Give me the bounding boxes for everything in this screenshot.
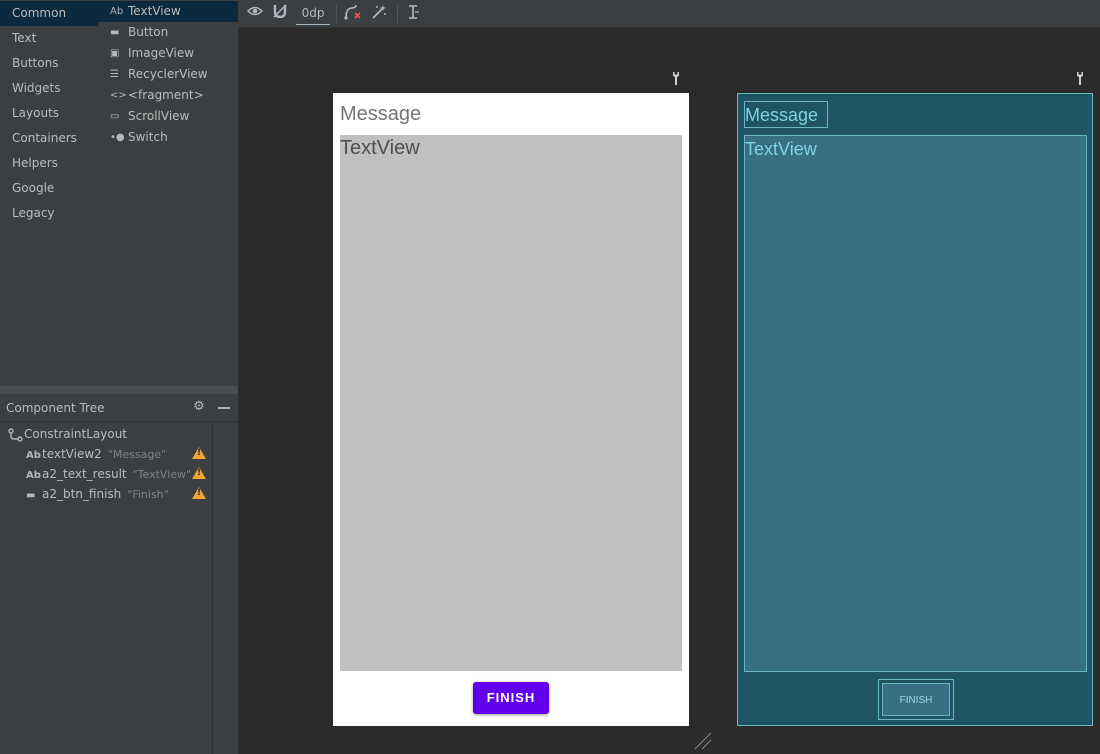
palette-items: Ab TextView ▬ Button ▣ ImageView ☰ RecyclerV… [98,0,238,386]
resize-handle-icon[interactable] [694,732,712,750]
recyclerview-icon: ☰ [110,69,119,80]
magnet-icon[interactable] [271,4,289,24]
palette-categories: Common Text Buttons Widgets Layouts Cont… [0,0,98,386]
wrench-icon[interactable] [1075,71,1085,85]
tree-node-id: a2_btn_finish [42,487,122,501]
palette-item-label: Switch [128,130,168,144]
button-icon: ▬ [26,490,36,501]
infer-constraints-icon[interactable] [369,4,389,24]
blueprint-message-label: Message [745,105,819,125]
fragment-icon: <> [110,90,127,101]
blueprint-message-textview[interactable]: Message [744,101,828,128]
tree-node[interactable]: Aba2_text_result "TextView" [26,464,191,484]
tree-node[interactable]: ▬ a2_btn_finish "Finish" [26,484,169,504]
toolbar-divider [397,5,398,23]
palette-item-label: <fragment> [128,88,204,102]
category-containers[interactable]: Containers [0,126,98,151]
tree-node-id: textView2 [42,447,102,461]
tree-node-label: ConstraintLayout [24,427,128,441]
palette-item-textview[interactable]: Ab TextView [98,1,238,22]
tree-node-hint: "TextView" [132,468,192,481]
palette-item-label: ScrollView [128,109,190,123]
blueprint-result-label: TextView [745,139,817,159]
tree-side-gutter [212,422,238,754]
category-google[interactable]: Google [0,176,98,201]
tree-node-root[interactable]: ConstraintLayout [8,424,127,444]
warning-icon[interactable] [192,467,206,479]
blueprint-finish-label: FINISH [882,683,950,716]
palette-item-scrollview[interactable]: ▭ ScrollView [98,106,238,127]
palette-item-label: ImageView [128,46,195,60]
textview-icon: Ab [110,6,124,17]
minimize-icon[interactable] [218,407,230,409]
layout-toolbar: 0dp [238,0,1100,28]
switch-icon: •● [110,132,125,143]
category-text[interactable]: Text [0,26,98,51]
blueprint-result-textview[interactable]: TextView [744,135,1087,672]
palette-item-recyclerview[interactable]: ☰ RecyclerView [98,64,238,85]
tree-node[interactable]: AbtextView2 "Message" [26,444,166,464]
default-margin-dropdown[interactable]: 0dp [296,4,330,25]
palette-item-button[interactable]: ▬ Button [98,22,238,43]
panel-splitter[interactable] [0,386,238,394]
component-tree-header: Component Tree ⚙ [0,394,238,422]
toolbar-divider [336,5,337,23]
eye-icon[interactable] [246,4,264,24]
message-textview[interactable]: Message [340,103,421,126]
palette-item-label: TextView [128,4,181,18]
category-widgets[interactable]: Widgets [0,76,98,101]
wrench-icon[interactable] [671,71,681,85]
blueprint-finish-button[interactable]: FINISH [878,679,954,720]
component-tree: ConstraintLayout AbtextView2 "Message" Ab… [0,422,212,754]
palette-item-label: RecyclerView [128,67,208,81]
gear-icon[interactable]: ⚙ [192,400,206,414]
category-legacy[interactable]: Legacy [0,201,98,226]
category-helpers[interactable]: Helpers [0,151,98,176]
textview-icon: Ab [26,450,41,461]
scrollview-icon: ▭ [110,111,120,122]
tree-node-hint: "Finish" [127,488,169,501]
clear-constraints-icon[interactable] [343,4,363,24]
component-tree-title: Component Tree [6,401,105,415]
blueprint-surface[interactable]: Message TextView FINISH [737,93,1093,726]
tree-node-hint: "Message" [107,448,167,461]
warning-icon[interactable] [192,487,206,499]
palette-item-imageview[interactable]: ▣ ImageView [98,43,238,64]
category-common[interactable]: Common [0,1,98,26]
button-icon: ▬ [110,27,120,38]
design-surface[interactable]: Message TextView FINISH [333,93,689,726]
warning-icon[interactable] [192,447,206,459]
category-layouts[interactable]: Layouts [0,101,98,126]
palette-item-switch[interactable]: •● Switch [98,127,238,148]
result-textview[interactable]: TextView [340,135,682,671]
palette-item-fragment[interactable]: <><fragment> [98,85,238,106]
palette-item-label: Button [128,25,169,39]
result-textview-label: TextView [340,137,420,159]
tree-node-id: a2_text_result [42,467,127,481]
category-buttons[interactable]: Buttons [0,51,98,76]
guidelines-icon[interactable] [404,4,422,24]
textview-icon: Ab [26,470,41,481]
imageview-icon: ▣ [110,48,120,59]
finish-button[interactable]: FINISH [473,682,549,714]
constraint-layout-icon [8,427,23,442]
